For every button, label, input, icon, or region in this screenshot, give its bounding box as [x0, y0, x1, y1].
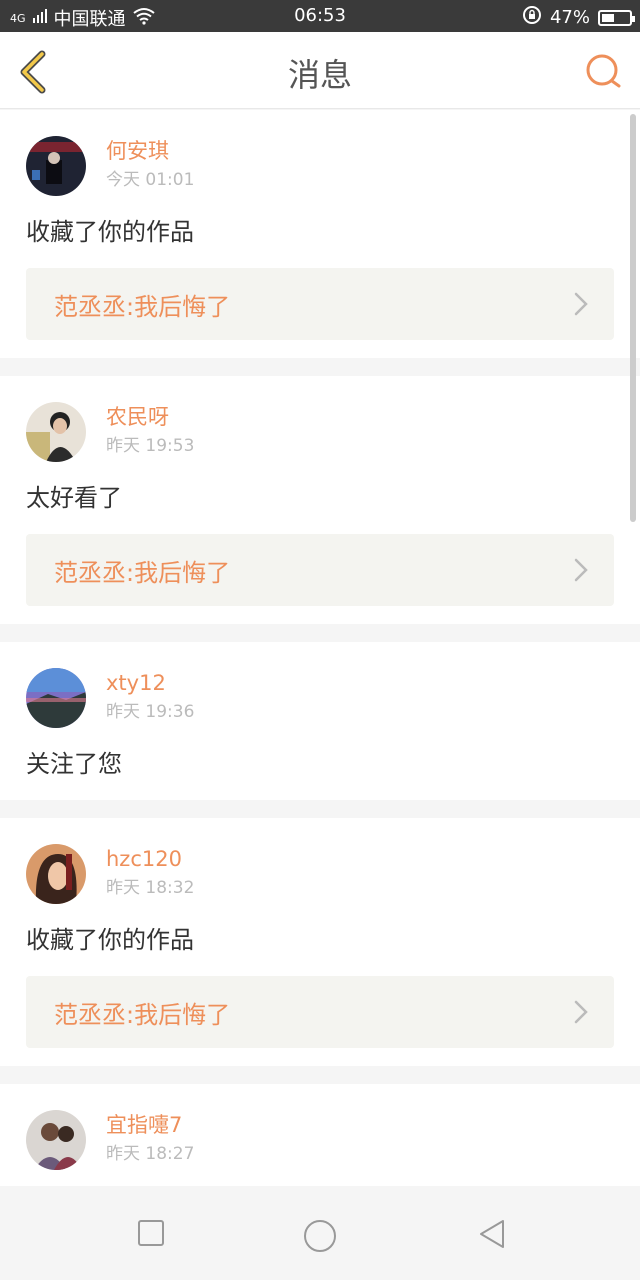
sender-name[interactable]: xty12 [106, 668, 614, 698]
message-item[interactable]: 何安琪 今天 01:01 收藏了你的作品 范丞丞:我后悔了 [0, 110, 640, 358]
page-title: 消息 [287, 56, 352, 94]
status-right: 47% [522, 5, 635, 30]
message-item[interactable]: xty12 昨天 19:36 关注了您 [0, 642, 640, 800]
quoted-work-title: 范丞丞:我后悔了 [54, 292, 231, 321]
quoted-work-title: 范丞丞:我后悔了 [54, 558, 231, 587]
avatar[interactable] [26, 136, 86, 196]
avatar[interactable] [26, 402, 86, 462]
battery-percent: 47% [549, 7, 590, 28]
message-time: 昨天 18:32 [106, 878, 195, 898]
message-item[interactable]: 农民呀 昨天 19:53 太好看了 范丞丞:我后悔了 [0, 376, 640, 624]
sender-name[interactable]: 农民呀 [106, 402, 614, 432]
message-text: 收藏了你的作品 [26, 926, 194, 954]
chevron-right-icon [574, 1000, 588, 1024]
search-icon [586, 54, 621, 88]
message-time: 昨天 19:53 [106, 436, 195, 456]
battery-icon [598, 9, 635, 26]
search-button[interactable] [584, 52, 624, 92]
triangle-back-icon [480, 1220, 504, 1248]
circle-icon [304, 1220, 336, 1252]
avatar[interactable] [26, 844, 86, 904]
chevron-right-icon [574, 292, 588, 316]
avatar[interactable] [26, 1110, 86, 1170]
message-text: 关注了您 [26, 750, 122, 778]
quoted-work-link[interactable]: 范丞丞:我后悔了 [26, 268, 614, 340]
sender-name[interactable]: 宜指嚏7 [106, 1110, 614, 1140]
message-text: 太好看了 [26, 484, 122, 512]
avatar[interactable] [26, 668, 86, 728]
home-button[interactable] [302, 1218, 338, 1258]
message-list[interactable]: 何安琪 今天 01:01 收藏了你的作品 范丞丞:我后悔了 农民呀 昨天 19:… [0, 110, 640, 1194]
system-nav-bar [0, 1194, 640, 1280]
message-time: 今天 01:01 [106, 170, 195, 190]
message-item[interactable]: 宜指嚏7 昨天 18:27 [0, 1084, 640, 1186]
quoted-work-link[interactable]: 范丞丞:我后悔了 [26, 534, 614, 606]
message-item[interactable]: hzc120 昨天 18:32 收藏了你的作品 范丞丞:我后悔了 [0, 818, 640, 1066]
chevron-right-icon [574, 558, 588, 582]
scrollbar[interactable] [630, 114, 636, 522]
square-icon [138, 1220, 164, 1246]
sender-name[interactable]: hzc120 [106, 844, 614, 874]
system-back-button[interactable] [476, 1218, 508, 1254]
header-bar: 消息 [0, 32, 640, 109]
status-bar: 4G 中国联通 06:53 47% [0, 0, 640, 32]
message-time: 昨天 19:36 [106, 702, 195, 722]
quoted-work-link[interactable]: 范丞丞:我后悔了 [26, 976, 614, 1048]
quoted-work-title: 范丞丞:我后悔了 [54, 1000, 231, 1029]
sender-name[interactable]: 何安琪 [106, 136, 614, 166]
rotation-lock-icon [522, 5, 542, 30]
message-time: 昨天 18:27 [106, 1144, 195, 1164]
message-text: 收藏了你的作品 [26, 218, 194, 246]
recent-apps-button[interactable] [136, 1218, 166, 1252]
battery-fill [602, 13, 614, 22]
